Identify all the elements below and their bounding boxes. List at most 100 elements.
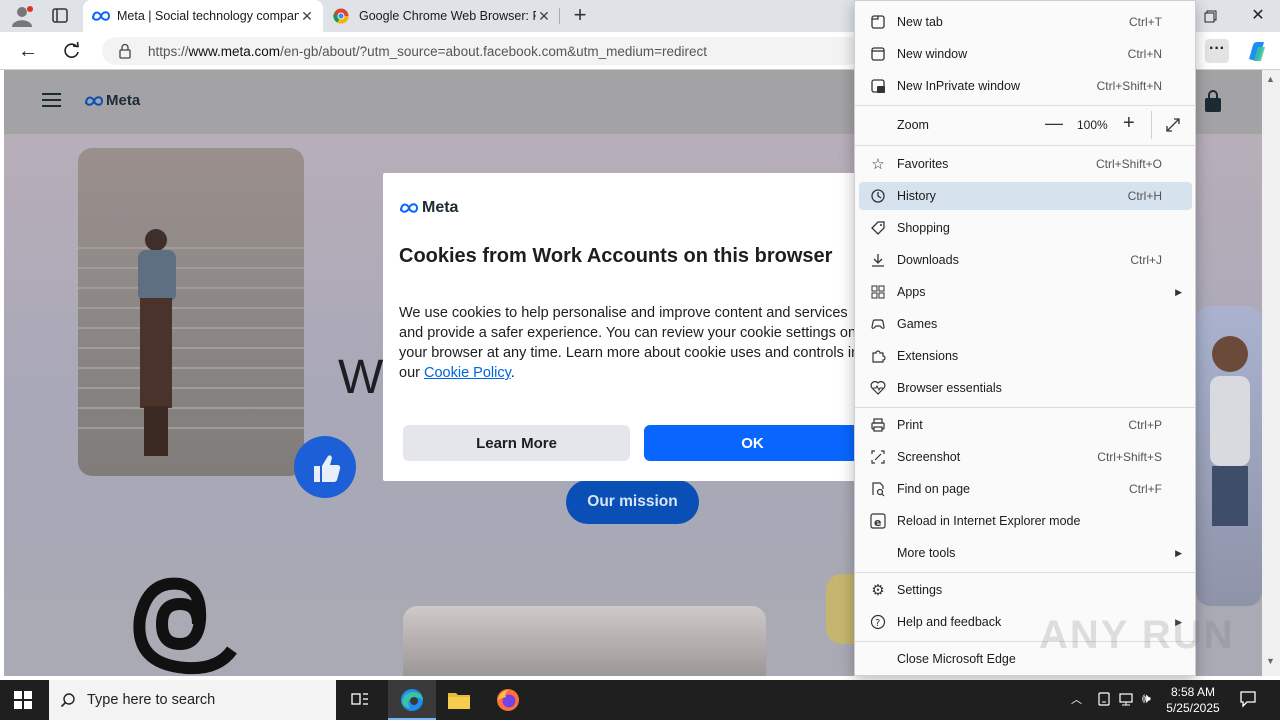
threads-icon [128, 568, 244, 676]
scroll-up-icon[interactable]: ▲ [1266, 74, 1275, 84]
tab-chrome[interactable]: Google Chrome Web Browser: Fi ✕ [325, 0, 560, 32]
hero-shape-yellow [826, 574, 856, 644]
copilot-icon[interactable] [1244, 39, 1270, 65]
clock-date: 5/25/2025 [1166, 701, 1220, 715]
menu-label: Find on page [897, 482, 970, 496]
windows-start-icon[interactable] [14, 691, 32, 709]
address-bar[interactable]: https://www.meta.com/en-gb/about/?utm_so… [102, 37, 862, 65]
menu-shortcut: Ctrl+J [1130, 253, 1162, 267]
zoom-out-icon[interactable]: — [1045, 113, 1063, 134]
scroll-down-icon[interactable]: ▼ [1266, 656, 1275, 666]
url-prefix: https:// [148, 43, 189, 59]
close-tab-icon[interactable]: ✕ [536, 8, 552, 25]
menu-item-settings[interactable]: ⚙ Settings [859, 576, 1192, 604]
task-view-icon[interactable] [350, 691, 370, 709]
help-icon: ? [859, 614, 897, 630]
learn-more-button[interactable]: Learn More [403, 425, 630, 461]
screenshot-icon [859, 449, 897, 465]
menu-separator [855, 145, 1195, 146]
network-icon[interactable] [1119, 691, 1135, 710]
menu-label: Shopping [897, 221, 950, 235]
file-explorer-icon[interactable] [447, 689, 471, 711]
our-mission-button[interactable]: Our mission [566, 480, 699, 524]
menu-label: Browser essentials [897, 381, 1002, 395]
notifications-icon[interactable] [1239, 690, 1257, 711]
menu-item-extensions[interactable]: Extensions [859, 342, 1192, 370]
menu-item-new-window[interactable]: New window Ctrl+N [859, 40, 1192, 68]
puzzle-icon [859, 348, 897, 364]
new-tab-icon[interactable]: + [570, 4, 590, 26]
fullscreen-icon[interactable] [1165, 117, 1181, 136]
download-icon [859, 252, 897, 268]
tray-chevron-icon[interactable]: ︿ [1071, 691, 1082, 707]
taskbar: Type here to search ︿ 🕪 8:58 AM 5/25/202… [0, 680, 1280, 720]
vertical-scrollbar[interactable]: ▲ ▼ [1262, 70, 1280, 676]
back-icon[interactable]: ← [18, 41, 38, 61]
menu-label: Games [897, 317, 938, 331]
apps-icon [859, 284, 897, 300]
close-window-icon[interactable]: ✕ [1248, 5, 1268, 25]
restore-window-icon[interactable] [1200, 6, 1220, 26]
gear-icon: ⚙ [871, 582, 885, 599]
menu-item-new-tab[interactable]: New tab Ctrl+T [859, 8, 1192, 36]
menu-item-inprivate[interactable]: New InPrivate window Ctrl+Shift+N [859, 72, 1192, 100]
find-page-icon [859, 481, 897, 497]
zoom-in-icon[interactable]: + [1123, 112, 1135, 135]
menu-shortcut: Ctrl+H [1127, 189, 1162, 203]
taskbar-search[interactable]: Type here to search [49, 680, 336, 720]
site-logo[interactable]: Meta [84, 92, 140, 109]
menu-item-favorites[interactable]: ☆ Favorites Ctrl+Shift+O [859, 150, 1192, 178]
search-icon [49, 692, 87, 708]
hero-photo-right [1196, 306, 1262, 606]
tab-meta[interactable]: Meta | Social technology compan ✕ [83, 0, 323, 32]
refresh-icon[interactable] [62, 41, 82, 61]
menu-item-find-on-page[interactable]: Find on page Ctrl+F [859, 475, 1192, 503]
menu-item-shopping[interactable]: Shopping [859, 214, 1192, 242]
meta-logo-icon [85, 95, 104, 106]
menu-item-browser-essentials[interactable]: Browser essentials [859, 374, 1192, 402]
menu-label: New InPrivate window [897, 79, 1020, 93]
menu-shortcut: Ctrl+N [1127, 47, 1162, 61]
games-icon [859, 316, 897, 332]
menu-item-games[interactable]: Games [859, 310, 1192, 338]
volume-icon[interactable]: 🕪 [1142, 690, 1151, 707]
menu-item-print[interactable]: Print Ctrl+P [859, 411, 1192, 439]
ok-button[interactable]: OK [644, 425, 861, 461]
menu-label: Print [897, 418, 923, 432]
menu-label: History [897, 189, 936, 203]
dialog-body-suffix: . [510, 365, 515, 381]
watermark: ANY RUN [1039, 613, 1235, 657]
menu-label: Reload in Internet Explorer mode [897, 514, 1081, 528]
clock-time: 8:58 AM [1170, 685, 1216, 699]
menu-item-ie-mode[interactable]: e Reload in Internet Explorer mode [859, 507, 1192, 535]
menu-item-history[interactable]: History Ctrl+H [859, 182, 1192, 210]
dialog-logo-text: Meta [422, 199, 459, 216]
tray-device-icon[interactable] [1096, 691, 1112, 710]
menu-shortcut: Ctrl+Shift+O [1095, 157, 1162, 171]
tab-title: Meta | Social technology compan [117, 9, 299, 23]
cookie-policy-link[interactable]: Cookie Policy [424, 365, 511, 381]
shopping-tag-icon [859, 220, 897, 236]
menu-item-apps[interactable]: Apps ▶ [859, 278, 1192, 306]
clock[interactable]: 8:58 AM 5/25/2025 [1166, 684, 1220, 716]
menu-item-more-tools[interactable]: More tools ▶ [859, 539, 1192, 567]
profile-icon[interactable] [10, 5, 34, 27]
hamburger-menu-icon[interactable] [42, 92, 62, 108]
menu-label: Extensions [897, 349, 959, 363]
taskbar-edge[interactable] [388, 680, 436, 720]
menu-label: Settings [897, 583, 943, 597]
menu-item-downloads[interactable]: Downloads Ctrl+J [859, 246, 1192, 274]
inprivate-icon [859, 78, 897, 94]
tab-actions-icon[interactable] [50, 7, 70, 25]
close-tab-icon[interactable]: ✕ [299, 8, 315, 25]
menu-label: More tools [897, 546, 956, 560]
new-tab-icon [859, 14, 897, 30]
menu-item-screenshot[interactable]: Screenshot Ctrl+Shift+S [859, 443, 1192, 471]
menu-label: Apps [897, 285, 926, 299]
menu-label: Favorites [897, 157, 949, 171]
shopping-bag-icon[interactable] [1203, 90, 1223, 114]
firefox-icon[interactable] [496, 688, 520, 712]
lock-icon[interactable] [118, 43, 132, 59]
menu-label: New tab [897, 15, 943, 29]
settings-and-more-icon[interactable]: ··· [1205, 39, 1229, 63]
